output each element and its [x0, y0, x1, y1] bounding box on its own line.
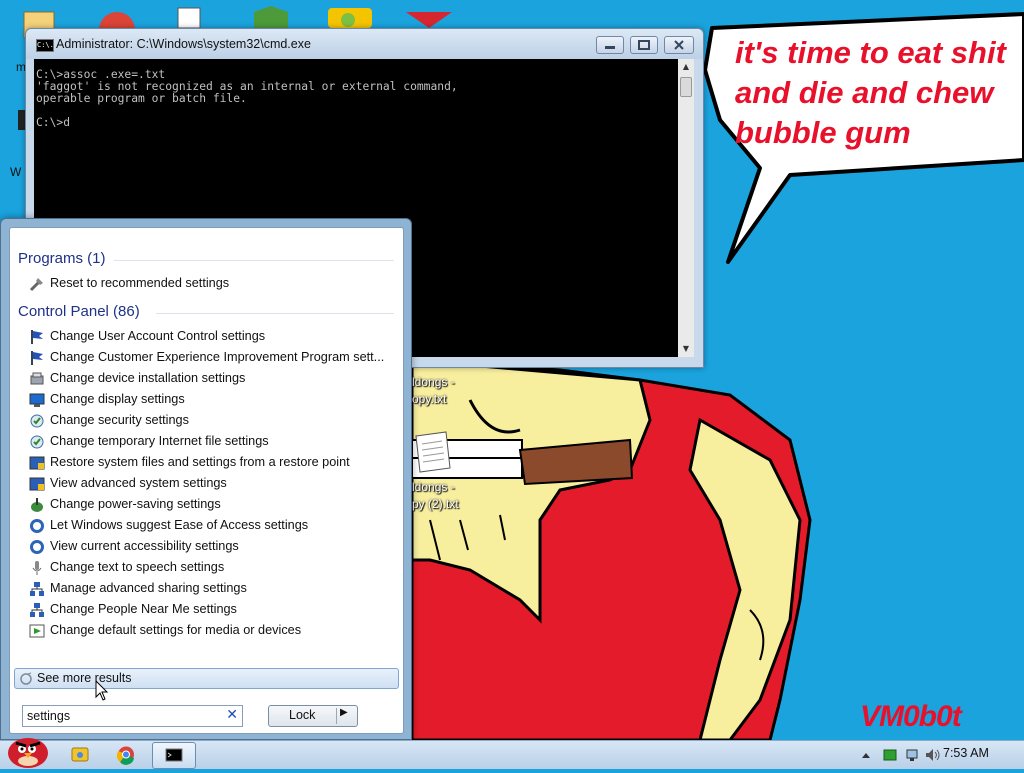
- result-label: View current accessibility settings: [50, 539, 239, 553]
- search-results-panel: Programs (1) Reset to recommended settin…: [9, 227, 404, 734]
- search-input[interactable]: [27, 708, 217, 723]
- result-label: Change display settings: [50, 392, 185, 406]
- desktop-icon-label: W: [10, 165, 22, 179]
- result-item[interactable]: View current accessibility settings: [27, 537, 397, 557]
- result-item[interactable]: Change power-saving settings: [27, 495, 397, 515]
- divider: [114, 260, 394, 261]
- taskbar-explorer-button[interactable]: [62, 742, 98, 767]
- result-label: Change People Near Me settings: [50, 602, 237, 616]
- result-item[interactable]: Change security settings: [27, 411, 397, 431]
- action-center-icon[interactable]: [882, 747, 898, 761]
- show-hidden-icons-chevron-icon[interactable]: [858, 747, 874, 761]
- divider: [336, 708, 337, 724]
- result-item[interactable]: Change User Account Control settings: [27, 327, 397, 347]
- result-item[interactable]: Change Customer Experience Improvement P…: [27, 348, 397, 368]
- text-file-icon[interactable]: [412, 430, 452, 474]
- result-item[interactable]: Change People Near Me settings: [27, 600, 397, 620]
- result-label: Change device installation settings: [50, 371, 246, 385]
- result-label: Change security settings: [50, 413, 189, 427]
- clear-search-icon[interactable]: ✕: [226, 707, 238, 723]
- angry-birds-start-icon: [8, 738, 48, 768]
- result-item[interactable]: Change default settings for media or dev…: [27, 621, 397, 641]
- divider: [156, 313, 394, 314]
- scroll-down-arrow-icon[interactable]: ▼: [678, 341, 694, 357]
- security-icon: [29, 413, 45, 429]
- result-item[interactable]: Change device installation settings: [27, 369, 397, 389]
- monitor-icon: [29, 392, 45, 408]
- search-icon: [19, 671, 33, 685]
- result-label: Manage advanced sharing settings: [50, 581, 247, 595]
- result-label: Change temporary Internet file settings: [50, 434, 269, 448]
- speech-bubble-text: it's time to eat shit and die and chew b…: [735, 35, 1006, 150]
- result-label: Restore system files and settings from a…: [50, 455, 350, 469]
- taskbar-chrome-button[interactable]: [108, 742, 144, 767]
- system-icon: [29, 455, 45, 471]
- network-icon[interactable]: [905, 747, 921, 761]
- result-label: Change Customer Experience Improvement P…: [50, 350, 385, 364]
- cmd-titlebar[interactable]: C:\. Administrator: C:\Windows\system32\…: [26, 29, 703, 59]
- chrome-icon: [116, 746, 134, 765]
- minimize-button[interactable]: [596, 36, 624, 54]
- scroll-thumb[interactable]: [680, 77, 692, 97]
- system-icon: [29, 476, 45, 492]
- device-icon: [29, 371, 45, 387]
- result-label: Let Windows suggest Ease of Access setti…: [50, 518, 309, 532]
- result-item[interactable]: Change display settings: [27, 390, 397, 410]
- autoplay-icon: [29, 623, 45, 639]
- desktop-file-label: py (2).txt: [412, 497, 459, 511]
- tools-icon: [29, 276, 45, 292]
- flag-icon: [29, 350, 45, 366]
- taskbar-clock[interactable]: 7:53 AM: [943, 746, 989, 760]
- internet-options-icon: [29, 434, 45, 450]
- network-icon: [29, 602, 45, 618]
- lock-label: Lock: [289, 708, 316, 722]
- ease-of-access-icon: [29, 539, 45, 555]
- see-more-results-button[interactable]: See more results: [14, 668, 399, 689]
- start-button[interactable]: [2, 731, 54, 769]
- result-label: Change text to speech settings: [50, 560, 225, 574]
- network-icon: [29, 581, 45, 597]
- close-button[interactable]: [664, 36, 694, 54]
- result-label: Change default settings for media or dev…: [50, 623, 302, 637]
- cmd-icon: C:\.: [36, 39, 54, 52]
- programs-group-title[interactable]: Programs (1): [18, 250, 106, 267]
- result-item[interactable]: Manage advanced sharing settings: [27, 579, 397, 599]
- cmd-icon: [165, 748, 183, 762]
- result-label: Change power-saving settings: [50, 497, 221, 511]
- taskbar-cmd-button[interactable]: [152, 742, 196, 769]
- result-label: View advanced system settings: [50, 476, 227, 490]
- ease-of-access-icon: [29, 518, 45, 534]
- watermark: VM0b0t: [860, 700, 962, 733]
- scroll-up-arrow-icon[interactable]: ▲: [678, 59, 694, 75]
- result-item[interactable]: Reset to recommended settings: [27, 274, 397, 294]
- see-more-label: See more results: [37, 671, 132, 685]
- chevron-right-icon[interactable]: ▶: [340, 707, 348, 718]
- desktop-file-label: opy.txt: [412, 392, 447, 406]
- result-item[interactable]: Change temporary Internet file settings: [27, 432, 397, 452]
- start-search-box[interactable]: ✕: [22, 705, 243, 727]
- result-item[interactable]: Restore system files and settings from a…: [27, 453, 397, 473]
- power-icon: [29, 497, 45, 513]
- desktop-file-label: ldongs -: [412, 375, 455, 389]
- console-output: C:\>assoc .exe=.txt 'faggot' is not reco…: [36, 68, 458, 129]
- desktop-file-label: ldongs -: [412, 480, 455, 494]
- flag-icon: [29, 329, 45, 345]
- volume-icon[interactable]: [925, 747, 941, 761]
- microphone-icon: [29, 560, 45, 576]
- taskbar: 7:53 AM: [0, 738, 1024, 769]
- result-item[interactable]: Let Windows suggest Ease of Access setti…: [27, 516, 397, 536]
- start-menu: Programs (1) Reset to recommended settin…: [0, 218, 412, 740]
- vertical-scrollbar[interactable]: ▲ ▼: [678, 59, 694, 357]
- mouse-cursor-icon: [95, 680, 109, 701]
- control-panel-group-title[interactable]: Control Panel (86): [18, 303, 140, 320]
- result-label: Change User Account Control settings: [50, 329, 266, 343]
- explorer-icon: [71, 747, 89, 762]
- maximize-button[interactable]: [630, 36, 658, 54]
- cmd-window-title: Administrator: C:\Windows\system32\cmd.e…: [56, 37, 311, 51]
- result-item[interactable]: View advanced system settings: [27, 474, 397, 494]
- result-item[interactable]: Change text to speech settings: [27, 558, 397, 578]
- result-label: Reset to recommended settings: [50, 276, 230, 290]
- lock-button[interactable]: Lock ▶: [268, 705, 358, 727]
